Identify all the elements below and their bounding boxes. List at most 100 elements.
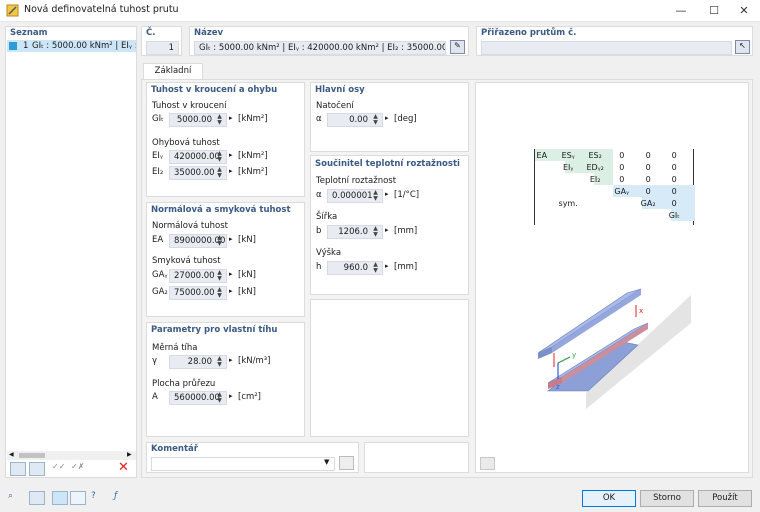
h-label: h xyxy=(316,262,322,272)
thermal-header: Součinitel teplotní roztažnosti xyxy=(315,159,460,169)
spinner-icon[interactable]: ▲ ▼ xyxy=(369,262,382,274)
menu-arrow-icon[interactable]: ▸ xyxy=(229,356,233,364)
tab-basic-data[interactable]: Základní údaje xyxy=(143,63,203,91)
bending-subheader: Ohybová tuhost xyxy=(152,138,220,148)
maximize-button[interactable]: ☐ xyxy=(698,0,730,22)
matrix-cell: 0 xyxy=(645,162,651,172)
delete-icon[interactable]: ✕ xyxy=(118,460,129,475)
empty-panel xyxy=(310,299,469,437)
z-axis-label: z xyxy=(556,383,560,391)
matrix-cell xyxy=(582,197,609,209)
cancel-button[interactable]: Storno xyxy=(640,490,694,507)
info-icon[interactable] xyxy=(70,491,86,505)
axes-alpha-unit: [deg] xyxy=(394,114,417,124)
menu-arrow-icon[interactable]: ▸ xyxy=(229,151,233,159)
gaz-unit: [kN] xyxy=(238,287,256,297)
b-field[interactable]: 1206.0 ▲ ▼ xyxy=(327,225,383,239)
spinner-icon[interactable]: ▲ ▼ xyxy=(213,392,226,404)
matrix-cell: ESᵧ xyxy=(561,150,575,160)
apply-button[interactable]: Použít xyxy=(698,490,752,507)
select-members-icon[interactable]: ↖ xyxy=(735,40,750,54)
name-field[interactable]: GIₜ : 5000.00 kNm² | EIᵧ : 420000.00 kNm… xyxy=(194,41,446,55)
i-beam-illustration: y z x xyxy=(537,288,691,409)
menu-arrow-icon[interactable]: ▸ xyxy=(385,114,389,122)
units-icon[interactable] xyxy=(29,491,45,505)
matrix-cell xyxy=(555,209,582,221)
matrix-cell: 0 xyxy=(671,186,677,196)
shear-subheader: Smyková tuhost xyxy=(152,256,221,266)
matrix-cell xyxy=(529,185,555,197)
matrix-cell: 0 xyxy=(671,174,677,184)
menu-arrow-icon[interactable]: ▸ xyxy=(385,262,389,270)
spinner-icon[interactable]: ▲ ▼ xyxy=(213,287,226,299)
axes-alpha-field[interactable]: 0.00 ▲ ▼ xyxy=(327,113,383,127)
menu-arrow-icon[interactable]: ▸ xyxy=(229,235,233,243)
menu-arrow-icon[interactable]: ▸ xyxy=(385,226,389,234)
number-field[interactable]: 1 xyxy=(146,41,179,55)
preview-panel: EA ESᵧ ES₂ 0 0 0 EIᵧ EDᵧ₂ 0 0 0 EI₂ 0 0 xyxy=(475,82,749,473)
gamma-value: 28.00 xyxy=(187,357,212,367)
matrix-cell: 0 xyxy=(671,198,677,208)
ok-button[interactable]: OK xyxy=(582,490,636,507)
spinner-icon[interactable]: ▲ ▼ xyxy=(213,151,226,163)
color-icon[interactable] xyxy=(52,491,68,505)
git-label: GIₜ xyxy=(152,114,164,124)
axial-subheader: Normálová tuhost xyxy=(152,221,228,231)
matrix-cell: 0 xyxy=(645,186,651,196)
list-scrollbar[interactable]: ◀ ▶ xyxy=(7,451,136,460)
h-unit: [mm] xyxy=(394,262,418,272)
list-item[interactable]: 1 GIₜ : 5000.00 kNm² | EIᵧ : 420000 xyxy=(7,40,136,52)
b-value: 1206.0 xyxy=(338,227,368,237)
spinner-icon[interactable]: ▲ ▼ xyxy=(213,356,226,368)
torsion-panel: Tuhost v kroucení a ohybu Tuhost v krouc… xyxy=(146,82,305,197)
edit-name-icon[interactable]: ✎ xyxy=(450,40,465,54)
close-button[interactable]: ✕ xyxy=(728,0,760,22)
spinner-icon[interactable]: ▲ ▼ xyxy=(369,226,382,238)
axial-header: Normálová a smyková tuhost xyxy=(151,205,291,215)
gamma-label: γ xyxy=(152,356,158,366)
eiz-field[interactable]: 35000.00 ▲ ▼ xyxy=(169,166,227,180)
menu-arrow-icon[interactable]: ▸ xyxy=(229,167,233,175)
menu-arrow-icon[interactable]: ▸ xyxy=(229,392,233,400)
y-axis-label: y xyxy=(572,351,576,359)
comment-field[interactable] xyxy=(151,457,335,471)
gay-field[interactable]: 27000.00 ▲ ▼ xyxy=(169,269,227,283)
help-icon[interactable]: ? xyxy=(91,491,106,505)
a-field[interactable]: 560000.00 ▲ ▼ xyxy=(169,391,227,405)
scroll-left-icon[interactable]: ◀ xyxy=(9,451,14,458)
gamma-field[interactable]: 28.00 ▲ ▼ xyxy=(169,355,227,369)
spinner-icon[interactable]: ▲ ▼ xyxy=(213,114,226,126)
gamma-unit: [kN/m³] xyxy=(238,356,271,366)
scroll-right-icon[interactable]: ▶ xyxy=(127,451,132,458)
eiy-field[interactable]: 420000.00 ▲ ▼ xyxy=(169,150,227,164)
menu-arrow-icon[interactable]: ▸ xyxy=(229,114,233,122)
menu-arrow-icon[interactable]: ▸ xyxy=(229,270,233,278)
new-item-icon[interactable] xyxy=(10,462,26,476)
search-icon[interactable]: ⌕ xyxy=(8,491,23,505)
matrix-cell xyxy=(555,185,582,197)
scrollbar-thumb[interactable] xyxy=(19,453,45,458)
spinner-icon[interactable]: ▲ ▼ xyxy=(213,270,226,282)
copy-item-icon[interactable] xyxy=(29,462,45,476)
git-unit: [kNm²] xyxy=(238,114,268,124)
uncheck-all-icon[interactable]: ✓✗ xyxy=(71,462,85,476)
thermal-alpha-field[interactable]: 0.000001 ▲ ▼ xyxy=(327,189,383,203)
spinner-icon[interactable]: ▲ ▼ xyxy=(369,190,382,202)
menu-arrow-icon[interactable]: ▸ xyxy=(229,287,233,295)
torsion-subheader: Tuhost v kroucení xyxy=(152,101,227,111)
spinner-icon[interactable]: ▲ ▼ xyxy=(213,167,226,179)
h-field[interactable]: 960.0 ▲ ▼ xyxy=(327,261,383,275)
comment-library-icon[interactable] xyxy=(339,456,354,470)
minimize-button[interactable]: — xyxy=(665,0,697,22)
ea-field[interactable]: 8900000.00 ▲ ▼ xyxy=(169,234,227,248)
check-all-icon[interactable]: ✓✓ xyxy=(52,462,66,476)
menu-arrow-icon[interactable]: ▸ xyxy=(385,190,389,198)
spinner-icon[interactable]: ▲ ▼ xyxy=(369,114,382,126)
preview-options-icon[interactable] xyxy=(480,457,495,470)
assigned-field[interactable] xyxy=(481,41,732,55)
spinner-icon[interactable]: ▲ ▼ xyxy=(213,235,226,247)
function-icon[interactable]: ƒ xyxy=(114,491,129,505)
gaz-field[interactable]: 75000.00 ▲ ▼ xyxy=(169,286,227,300)
git-field[interactable]: 5000.00 ▲ ▼ xyxy=(169,113,227,127)
comment-dropdown-icon[interactable]: ▼ xyxy=(324,458,329,466)
